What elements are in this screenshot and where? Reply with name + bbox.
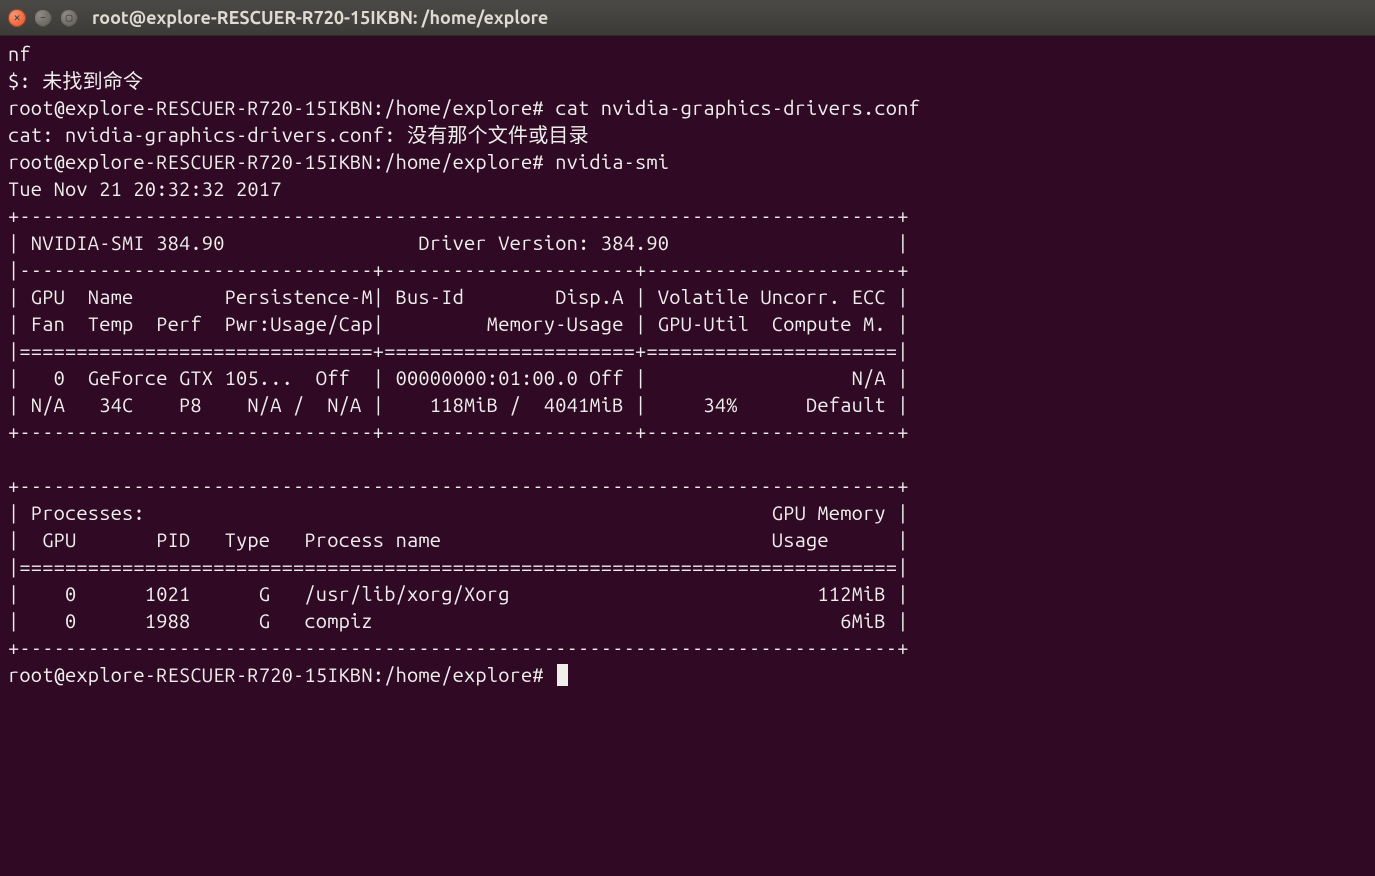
term-line: Tue Nov 21 20:32:32 2017: [8, 177, 361, 200]
minimize-icon[interactable]: –: [34, 9, 52, 27]
term-line: cat: nvidia-graphics-drivers.conf: 没有那个文…: [8, 123, 589, 146]
close-icon[interactable]: ✕: [8, 9, 26, 27]
smi-proc-header: | GPU PID Type Process name Usage |: [8, 528, 909, 551]
term-line: $: 未找到命令: [8, 69, 143, 92]
maximize-icon[interactable]: ▢: [60, 9, 78, 27]
smi-border: +---------------------------------------…: [8, 204, 909, 227]
prompt: root@explore-RESCUER-R720-15IKBN:/home/e…: [8, 663, 555, 686]
smi-border: +---------------------------------------…: [8, 636, 909, 659]
term-line: nf: [8, 42, 31, 65]
term-line: root@explore-RESCUER-R720-15IKBN:/home/e…: [8, 150, 669, 173]
smi-separator: |-------------------------------+-------…: [8, 258, 909, 281]
smi-version-row: | NVIDIA-SMI 384.90 Driver Version: 384.…: [8, 231, 909, 254]
smi-header-row: | GPU Name Persistence-M| Bus-Id Disp.A …: [8, 285, 909, 308]
smi-separator: |===============================+=======…: [8, 339, 909, 362]
smi-border: +---------------------------------------…: [8, 474, 909, 497]
smi-proc-row: | 0 1021 G /usr/lib/xorg/Xorg 112MiB |: [8, 582, 909, 605]
term-line: root@explore-RESCUER-R720-15IKBN:/home/e…: [8, 96, 920, 119]
terminal-output[interactable]: nf $: 未找到命令 root@explore-RESCUER-R720-15…: [0, 36, 1375, 696]
smi-header-row: | Fan Temp Perf Pwr:Usage/Cap| Memory-Us…: [8, 312, 909, 335]
smi-proc-row: | 0 1988 G compiz 6MiB |: [8, 609, 909, 632]
smi-proc-header: | Processes: GPU Memory |: [8, 501, 909, 524]
smi-gpu-row: | N/A 34C P8 N/A / N/A | 118MiB / 4041Mi…: [8, 393, 909, 416]
cursor-icon[interactable]: [557, 664, 568, 686]
window-controls: ✕ – ▢: [8, 9, 78, 27]
window-titlebar: ✕ – ▢ root@explore-RESCUER-R720-15IKBN: …: [0, 0, 1375, 36]
smi-gpu-row: | 0 GeForce GTX 105... Off | 00000000:01…: [8, 366, 909, 389]
smi-border: +-------------------------------+-------…: [8, 420, 909, 443]
window-title: root@explore-RESCUER-R720-15IKBN: /home/…: [92, 8, 548, 28]
smi-separator: |=======================================…: [8, 555, 909, 578]
smi-blank: [8, 447, 909, 470]
